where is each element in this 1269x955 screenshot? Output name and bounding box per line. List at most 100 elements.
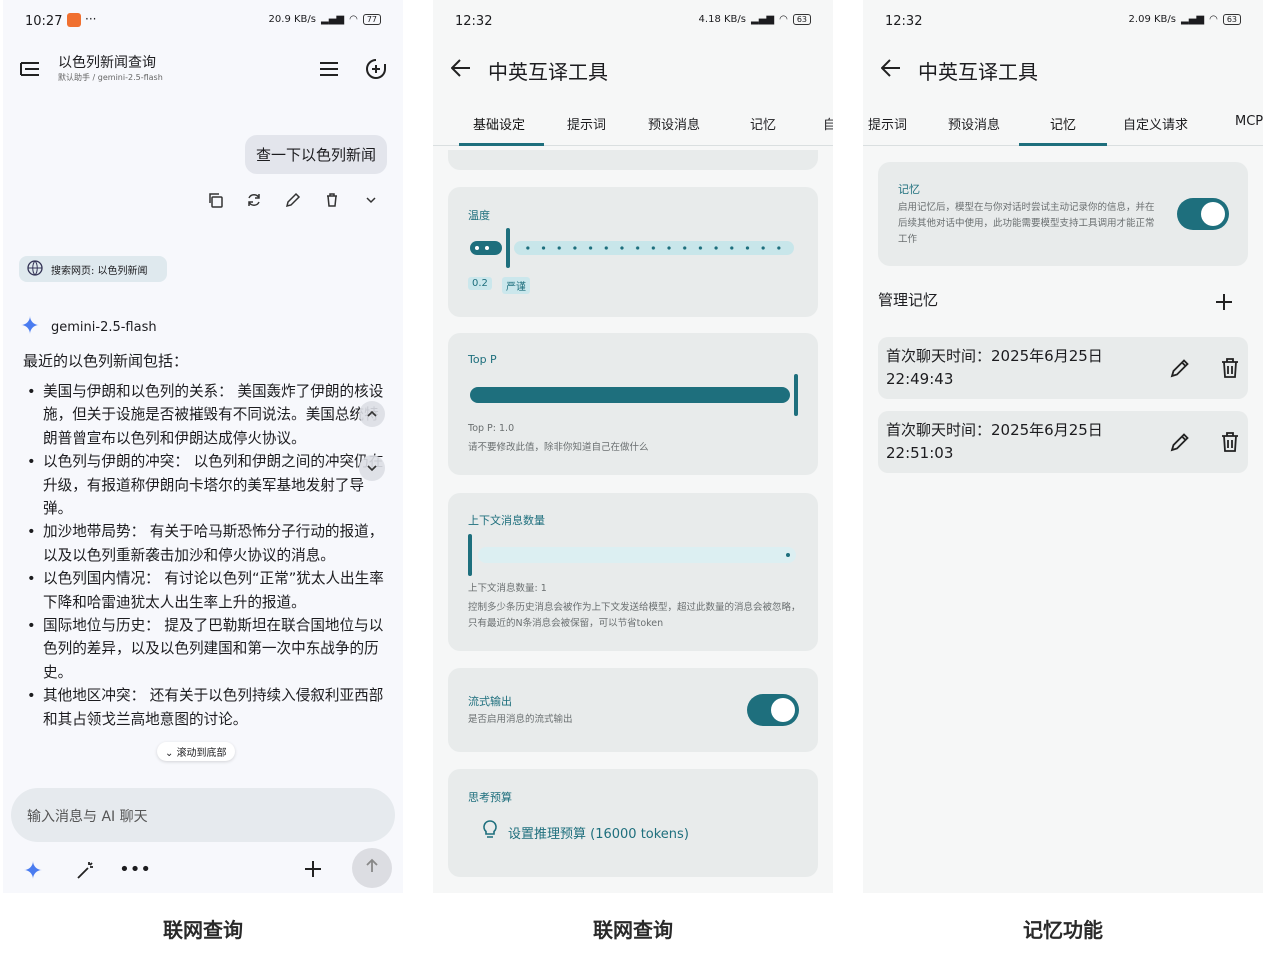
- scroll-to-bottom-button[interactable]: ⌄ 滚动到底部: [157, 742, 235, 761]
- slider-ticks: [520, 246, 792, 250]
- memory-record-time: 22:51:03: [886, 444, 954, 462]
- caption-2: 联网查询: [593, 918, 673, 942]
- context-value: 上下文消息数量: 1: [468, 583, 547, 594]
- message-input[interactable]: 输入消息与 AI 聊天: [11, 788, 395, 842]
- stream-card: 流式输出 是否启用消息的流式输出: [448, 668, 818, 752]
- slider-tick: [485, 246, 489, 250]
- top-p-card: Top P Top P: 1.0 请不要修改此值，除非你知道自己在做什么: [448, 333, 818, 475]
- context-slider-thumb[interactable]: [468, 534, 472, 576]
- user-message-bubble[interactable]: 查一下以色列新闻: [244, 135, 387, 174]
- regenerate-icon[interactable]: [244, 190, 264, 210]
- message-actions: [205, 190, 381, 210]
- memory-title: 记忆: [898, 183, 920, 196]
- slider-tick: [475, 246, 479, 250]
- chevron-down-icon[interactable]: [361, 190, 381, 210]
- edit-icon[interactable]: [283, 190, 303, 210]
- add-memory-icon[interactable]: [1213, 291, 1235, 313]
- chat-title: 以色列新闻查询: [58, 55, 156, 71]
- delete-icon[interactable]: [322, 190, 342, 210]
- list-item: 美国与伊朗和以色列的关系： 美国轰炸了伊朗的核设施，但关于设施是否被摧毁有不同说…: [25, 380, 390, 450]
- status-bar: 12:32 4.18 KB/s ▂▄▆ ◠ 63: [433, 12, 833, 34]
- context-slider-track[interactable]: [478, 547, 796, 563]
- copy-icon[interactable]: [205, 190, 225, 210]
- scroll-down-icon[interactable]: [359, 455, 385, 481]
- magic-wand-icon[interactable]: [75, 859, 97, 881]
- drawer-menu-icon[interactable]: [19, 58, 41, 80]
- send-button[interactable]: [352, 848, 392, 888]
- net-speed: 2.09 KB/s: [1128, 14, 1176, 25]
- page-title: 中英互译工具: [488, 60, 608, 84]
- active-tab-indicator: [1019, 143, 1107, 146]
- tab-custom[interactable]: 自: [823, 114, 833, 133]
- scroll-up-icon[interactable]: [359, 401, 385, 427]
- edit-pencil-icon[interactable]: [1168, 430, 1192, 454]
- temperature-title: 温度: [468, 209, 490, 222]
- tab-custom-request[interactable]: 自定义请求: [1123, 114, 1188, 133]
- context-desc: 控制多少条历史消息会被作为上下文发送给模型，超过此数量的消息会被忽略，只有最近的…: [468, 602, 801, 629]
- tab-memory[interactable]: 记忆: [1050, 114, 1076, 133]
- battery-icon: 77: [362, 14, 381, 25]
- temperature-value: 0.2: [468, 277, 492, 290]
- status-bar: 12:32 2.09 KB/s ▂▄▆ ◠ 63: [863, 12, 1263, 34]
- temperature-card: 温度 0.2 严谨: [448, 187, 818, 317]
- phone-memory-screen: 12:32 2.09 KB/s ▂▄▆ ◠ 63 中英互译工具 提示词 预设消息…: [863, 0, 1263, 893]
- tab-mcp[interactable]: MCP: [1235, 114, 1263, 129]
- active-tab-indicator: [459, 143, 544, 146]
- signal-icon: ▂▄▆: [1181, 14, 1205, 25]
- back-arrow-icon[interactable]: [879, 56, 903, 80]
- globe-icon: [27, 259, 43, 279]
- thinking-budget-button[interactable]: 设置推理预算 (16000 tokens): [482, 820, 689, 844]
- temperature-slider-thumb[interactable]: [506, 228, 510, 268]
- thinking-card: 思考预算 设置推理预算 (16000 tokens): [448, 769, 818, 877]
- tab-prompt[interactable]: 提示词: [567, 114, 606, 133]
- more-options-icon[interactable]: •••: [119, 858, 151, 880]
- add-attachment-icon[interactable]: [302, 858, 324, 880]
- chevron-down-icon: ⌄: [165, 748, 177, 759]
- web-search-chip[interactable]: 搜索网页: 以色列新闻: [19, 256, 167, 282]
- stream-title: 流式输出: [468, 695, 512, 708]
- back-arrow-icon[interactable]: [449, 56, 473, 80]
- battery-icon: 63: [1222, 14, 1241, 25]
- status-time: 12:32: [885, 14, 923, 29]
- memory-record[interactable]: 首次聊天时间：2025年6月25日 22:51:03: [878, 411, 1248, 473]
- tab-presets[interactable]: 预设消息: [648, 114, 700, 133]
- stream-desc: 是否启用消息的流式输出: [468, 714, 573, 725]
- thinking-title: 思考预算: [468, 791, 512, 804]
- list-item: 其他地区冲突： 还有关于以色列持续入侵叙利亚西部和其占领戈兰高地意图的讨论。: [25, 684, 390, 731]
- wifi-icon: ◠: [349, 14, 358, 25]
- memory-toggle[interactable]: [1177, 198, 1229, 230]
- arrow-up-icon: [364, 858, 380, 878]
- chat-subtitle: 默认助手 / gemini-2.5-flash: [58, 73, 163, 82]
- list-item: 以色列与伊朗的冲突： 以色列和伊朗之间的冲突仍在升级，有报道称伊朗向卡塔尔的美军…: [25, 450, 390, 520]
- memory-record[interactable]: 首次聊天时间：2025年6月25日 22:49:43: [878, 337, 1248, 399]
- top-p-slider-thumb[interactable]: [794, 374, 798, 416]
- tab-presets[interactable]: 预设消息: [948, 114, 1000, 133]
- tab-basic[interactable]: 基础设定: [473, 114, 525, 133]
- phone-chat-screen: 10:27 ··· 20.9 KB/s ▂▄▆ ◠ 77 以色列新闻查询 默认助…: [3, 0, 403, 893]
- gemini-model-icon[interactable]: [23, 860, 43, 880]
- new-chat-icon[interactable]: [364, 57, 388, 81]
- app-notification-icon: [67, 13, 81, 27]
- net-speed: 4.18 KB/s: [698, 14, 746, 25]
- top-p-title: Top P: [468, 353, 497, 366]
- tab-memory[interactable]: 记忆: [750, 114, 776, 133]
- memory-record-text: 首次聊天时间：2025年6月25日 22:51:03: [886, 419, 1146, 465]
- context-card: 上下文消息数量 上下文消息数量: 1 控制多少条历史消息会被作为上下文发送给模型…: [448, 493, 818, 651]
- manage-memory-title: 管理记忆: [878, 291, 939, 309]
- hamburger-menu-icon[interactable]: [318, 58, 340, 80]
- memory-desc: 启用记忆后，模型在与你对话时尝试主动记录你的信息，并在后续其他对话中使用，此功能…: [898, 202, 1155, 245]
- model-name: gemini-2.5-flash: [51, 319, 157, 335]
- tab-prompt[interactable]: 提示词: [868, 114, 907, 133]
- signal-icon: ▂▄▆: [321, 14, 345, 25]
- delete-trash-icon[interactable]: [1218, 430, 1242, 454]
- stream-toggle[interactable]: [747, 694, 799, 726]
- delete-trash-icon[interactable]: [1218, 356, 1242, 380]
- context-title: 上下文消息数量: [468, 514, 545, 527]
- answer-intro: 最近的以色列新闻包括：: [23, 352, 189, 370]
- memory-record-time: 22:49:43: [886, 370, 954, 388]
- thinking-budget-label: 设置推理预算 (16000 tokens): [508, 826, 689, 842]
- gemini-sparkle-icon: [21, 316, 39, 338]
- memory-record-date: 首次聊天时间：2025年6月25日: [886, 347, 1103, 365]
- edit-pencil-icon[interactable]: [1168, 356, 1192, 380]
- model-row: gemini-2.5-flash: [21, 316, 157, 338]
